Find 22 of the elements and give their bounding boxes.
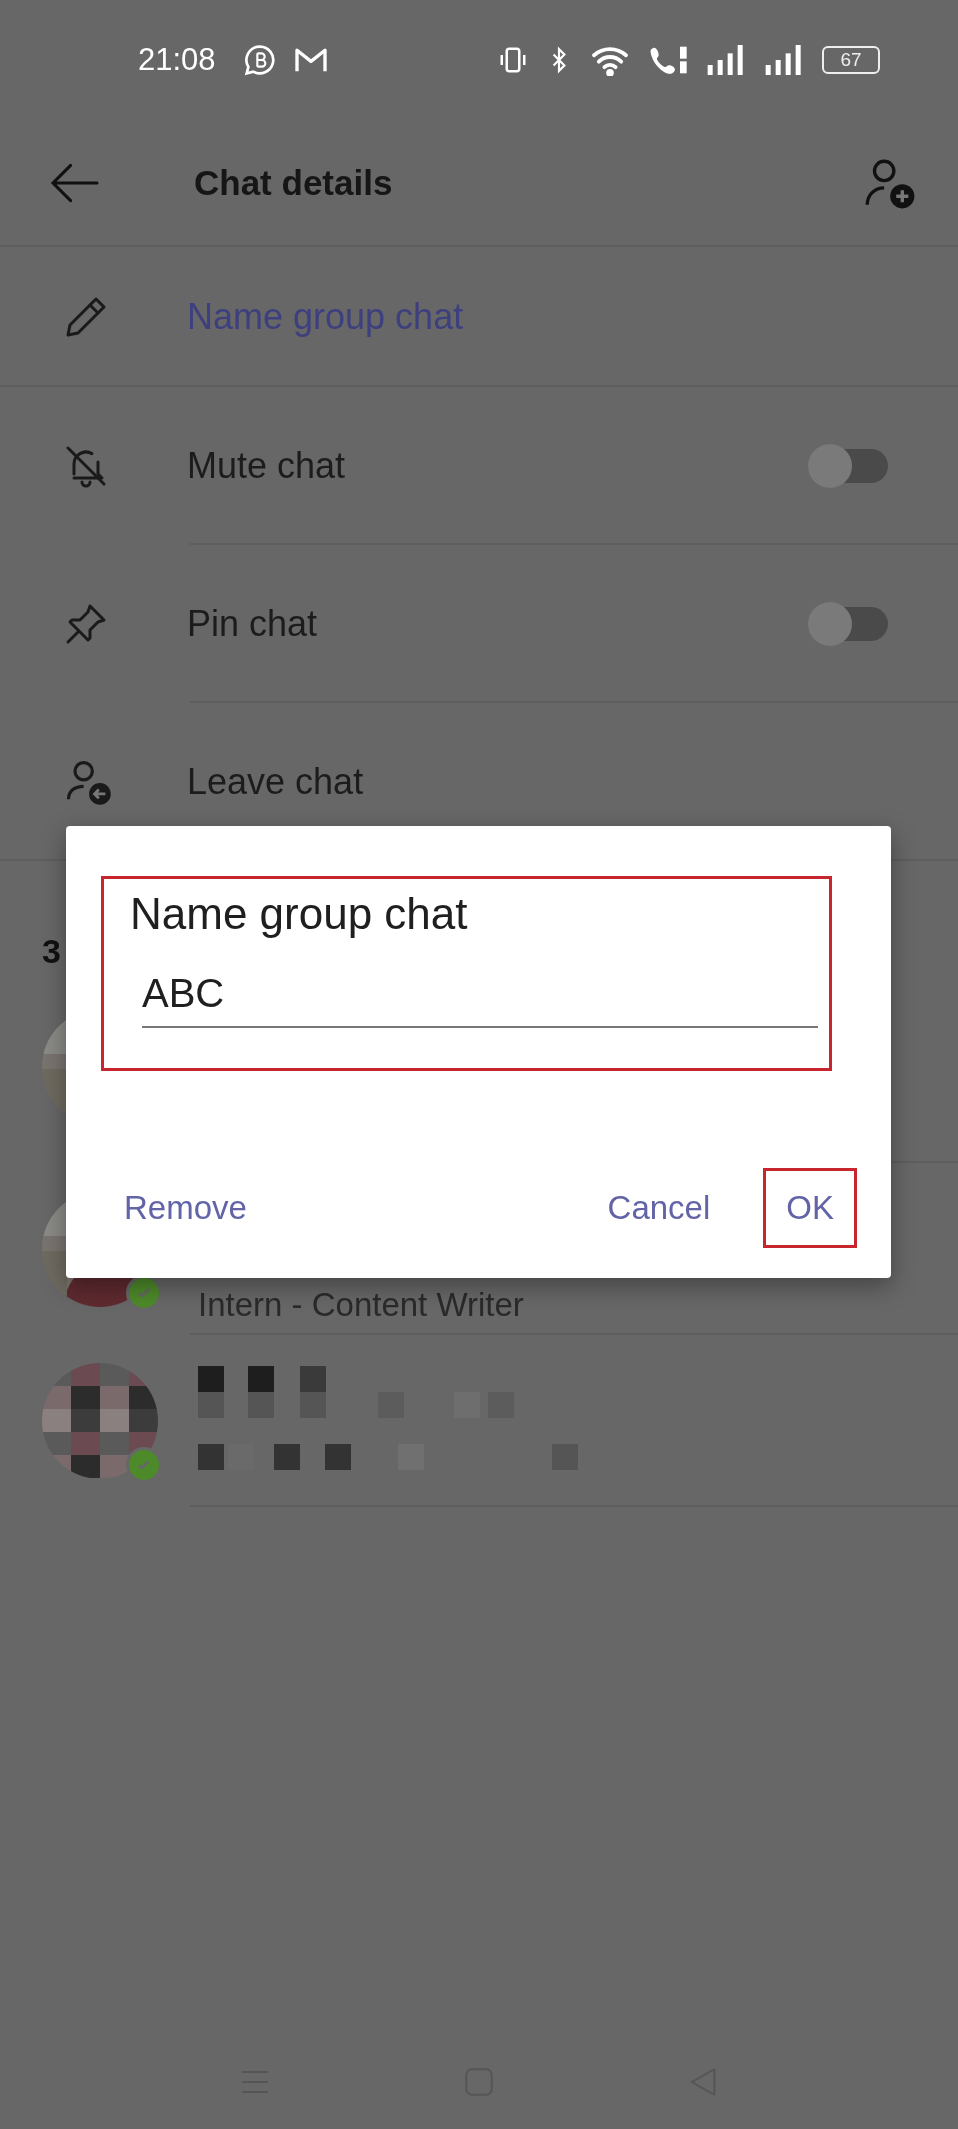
group-name-field[interactable]: ABC — [142, 965, 818, 1028]
signal-icon — [764, 45, 804, 75]
call-icon — [648, 44, 688, 76]
status-time: 21:08 — [138, 42, 216, 78]
option-label: Pin chat — [187, 603, 319, 645]
dialog-button[interactable]: Cancel — [584, 1168, 734, 1248]
toggle-switch[interactable] — [808, 602, 888, 646]
participants-heading: 3 — [42, 932, 61, 971]
member-role: Intern - Content Writer — [198, 1286, 524, 1324]
wifi-icon — [590, 44, 630, 76]
option-label: Mute chat — [187, 445, 347, 487]
option-label[interactable]: Leave chat — [187, 761, 888, 803]
mail-icon — [293, 46, 328, 74]
toggle-switch[interactable] — [808, 444, 888, 488]
dialog-button[interactable]: Remove — [101, 1168, 270, 1248]
vibrate-icon — [498, 45, 528, 75]
screen-title: Chat details — [194, 162, 393, 203]
dialog-title: Name group chat — [130, 889, 469, 939]
chat-bubble-icon — [243, 44, 276, 76]
battery-level: 67 — [822, 46, 880, 74]
signal-icon — [706, 45, 746, 75]
dialog-button[interactable]: OK — [763, 1168, 857, 1248]
